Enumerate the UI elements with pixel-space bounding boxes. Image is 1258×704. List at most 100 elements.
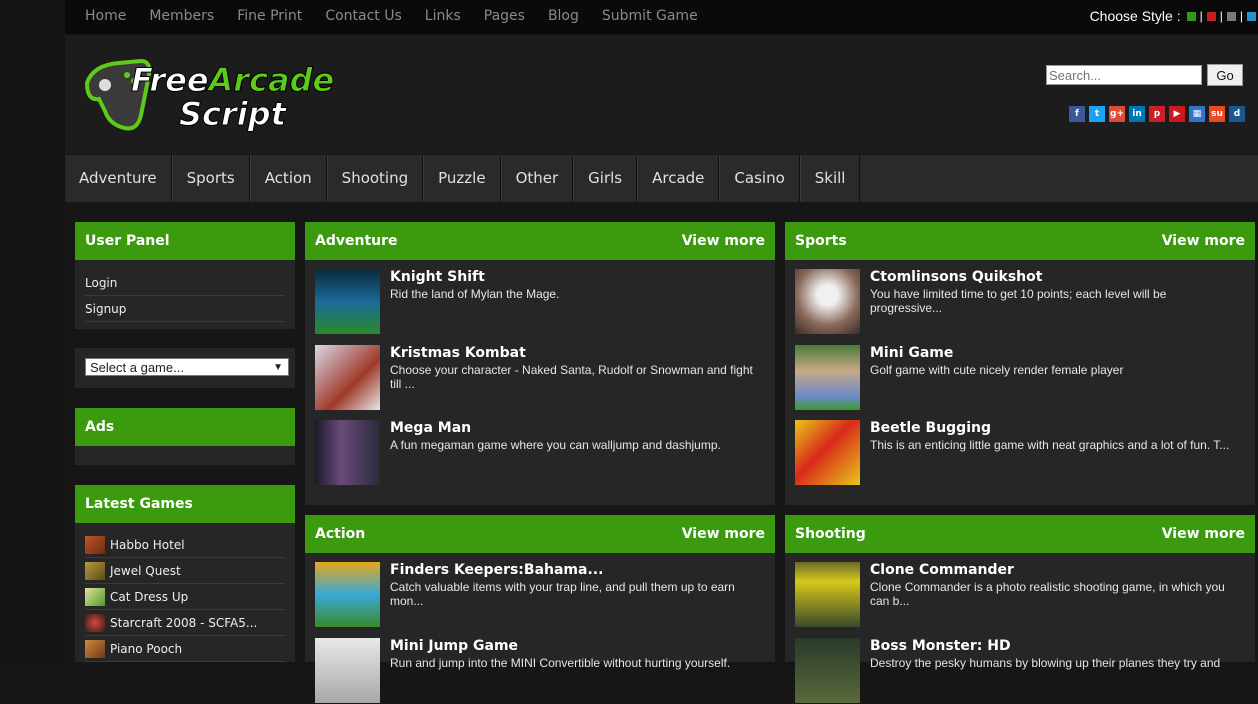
game-thumbnail[interactable]: [315, 638, 380, 703]
latest-game-title: Cat Dress Up: [110, 589, 189, 604]
latest-game-item[interactable]: Jewel Quest: [85, 558, 285, 584]
game-item[interactable]: Knight Shift Rid the land of Mylan the M…: [315, 269, 765, 335]
game-thumbnail: [85, 613, 105, 632]
latest-game-item[interactable]: Starcraft 2008 - SCFA5...: [85, 610, 285, 636]
game-item[interactable]: Finders Keepers:Bahama... Catch valuable…: [315, 562, 765, 628]
game-item[interactable]: Kristmas Kombat Choose your character - …: [315, 345, 765, 411]
style-swatch-gray[interactable]: [1226, 11, 1236, 21]
latest-games-box: Latest Games Habbo Hotel Jewel Quest Cat…: [75, 485, 295, 662]
latest-game-item[interactable]: Cat Dress Up: [85, 584, 285, 610]
adventure-panel: Adventure View more Knight Shift Rid the…: [305, 222, 775, 505]
user-panel-title: User Panel: [75, 222, 295, 260]
game-thumbnail: [85, 561, 105, 580]
topnav-links[interactable]: Links: [425, 8, 461, 24]
view-more-link[interactable]: View more: [1162, 515, 1245, 553]
game-item[interactable]: Boss Monster: HD Destroy the pesky human…: [795, 638, 1245, 704]
twitter-icon[interactable]: t: [1089, 106, 1105, 122]
game-thumbnail[interactable]: [795, 345, 860, 410]
user-panel: User Panel Login Signup: [75, 222, 295, 329]
game-item[interactable]: Mega Man A fun megaman game where you ca…: [315, 420, 765, 486]
game-description: This is an enticing little game with nea…: [870, 438, 1230, 452]
game-thumbnail[interactable]: [795, 562, 860, 627]
game-thumbnail[interactable]: [315, 420, 380, 485]
sports-panel: Sports View more Ctomlinsons Quikshot Yo…: [785, 222, 1255, 505]
panel-title: Sports: [795, 233, 847, 249]
category-other[interactable]: Other: [500, 155, 574, 202]
game-title[interactable]: Finders Keepers:Bahama...: [390, 562, 603, 578]
topnav-fine-print[interactable]: Fine Print: [237, 8, 302, 24]
shooting-panel: Shooting View more Clone Commander Clone…: [785, 515, 1255, 703]
game-thumbnail[interactable]: [315, 562, 380, 627]
youtube-icon[interactable]: ▶: [1169, 106, 1185, 122]
style-swatch-blue[interactable]: [1247, 11, 1256, 21]
game-title[interactable]: Mini Game: [870, 345, 953, 361]
facebook-icon[interactable]: f: [1069, 106, 1085, 122]
category-arcade[interactable]: Arcade: [637, 155, 720, 202]
signup-link[interactable]: Signup: [85, 296, 285, 322]
category-sports[interactable]: Sports: [171, 155, 250, 202]
game-item[interactable]: Mini Game Golf game with cute nicely ren…: [795, 345, 1245, 411]
game-item[interactable]: Clone Commander Clone Commander is a pho…: [795, 562, 1245, 628]
latest-game-title: Starcraft 2008 - SCFA5...: [110, 615, 258, 630]
style-chooser-label: Choose Style :: [1089, 8, 1181, 24]
game-description: Catch valuable items with your trap line…: [390, 580, 735, 608]
latest-game-title: Habbo Hotel: [110, 537, 185, 552]
category-skill[interactable]: Skill: [799, 155, 861, 202]
game-select-dropdown[interactable]: Select a game... ▼: [85, 358, 289, 376]
topnav-pages[interactable]: Pages: [484, 8, 525, 24]
latest-game-item[interactable]: Piano Pooch: [85, 636, 285, 662]
game-thumbnail[interactable]: [795, 269, 860, 334]
view-more-link[interactable]: View more: [682, 222, 765, 260]
game-description: Clone Commander is a photo realistic sho…: [870, 580, 1225, 608]
game-thumbnail[interactable]: [315, 269, 380, 334]
category-puzzle[interactable]: Puzzle: [423, 155, 501, 202]
category-adventure[interactable]: Adventure: [65, 155, 172, 202]
category-action[interactable]: Action: [249, 155, 327, 202]
game-title[interactable]: Clone Commander: [870, 562, 1014, 578]
game-thumbnail[interactable]: [795, 638, 860, 703]
category-girls[interactable]: Girls: [573, 155, 638, 202]
game-title[interactable]: Beetle Bugging: [870, 420, 991, 436]
svg-text:FreeArcade: FreeArcade: [131, 61, 334, 99]
topnav-blog[interactable]: Blog: [548, 8, 579, 24]
linkedin-icon[interactable]: in: [1129, 106, 1145, 122]
game-title[interactable]: Mini Jump Game: [390, 638, 518, 654]
login-link[interactable]: Login: [85, 270, 285, 296]
site-logo[interactable]: FreeArcade Script: [79, 53, 359, 135]
game-title[interactable]: Knight Shift: [390, 269, 485, 285]
left-background-strip: [0, 0, 65, 662]
game-title[interactable]: Mega Man: [390, 420, 471, 436]
game-title[interactable]: Kristmas Kombat: [390, 345, 526, 361]
game-item[interactable]: Beetle Bugging This is an enticing littl…: [795, 420, 1245, 486]
game-title[interactable]: Ctomlinsons Quikshot: [870, 269, 1042, 285]
category-shooting[interactable]: Shooting: [326, 155, 424, 202]
game-thumbnail[interactable]: [795, 420, 860, 485]
pinterest-icon[interactable]: p: [1149, 106, 1165, 122]
topnav-submit-game[interactable]: Submit Game: [602, 8, 698, 24]
view-more-link[interactable]: View more: [682, 515, 765, 553]
style-swatch-red[interactable]: [1206, 11, 1216, 21]
game-title[interactable]: Boss Monster: HD: [870, 638, 1011, 654]
delicious-icon[interactable]: ▦: [1189, 106, 1205, 122]
game-description: Golf game with cute nicely render female…: [870, 363, 1124, 377]
top-bar: Home Members Fine Print Contact Us Links…: [65, 0, 1258, 34]
game-thumbnail[interactable]: [315, 345, 380, 410]
stumbleupon-icon[interactable]: su: [1209, 106, 1225, 122]
topnav-home[interactable]: Home: [85, 8, 126, 24]
search-input[interactable]: [1046, 65, 1202, 85]
view-more-link[interactable]: View more: [1162, 222, 1245, 260]
topnav-contact-us[interactable]: Contact Us: [325, 8, 401, 24]
style-swatch-green[interactable]: [1186, 11, 1196, 21]
social-icons: f t g+ in p ▶ ▦ su d: [1069, 106, 1245, 122]
top-navigation: Home Members Fine Print Contact Us Links…: [85, 8, 721, 24]
category-casino[interactable]: Casino: [719, 155, 800, 202]
game-item[interactable]: Mini Jump Game Run and jump into the MIN…: [315, 638, 765, 704]
latest-game-title: Piano Pooch: [110, 641, 183, 656]
search-go-button[interactable]: Go: [1207, 64, 1243, 86]
topnav-members[interactable]: Members: [149, 8, 214, 24]
googleplus-icon[interactable]: g+: [1109, 106, 1125, 122]
latest-game-item[interactable]: Habbo Hotel: [85, 532, 285, 558]
action-panel: Action View more Finders Keepers:Bahama.…: [305, 515, 775, 703]
digg-icon[interactable]: d: [1229, 106, 1245, 122]
game-item[interactable]: Ctomlinsons Quikshot You have limited ti…: [795, 269, 1245, 335]
